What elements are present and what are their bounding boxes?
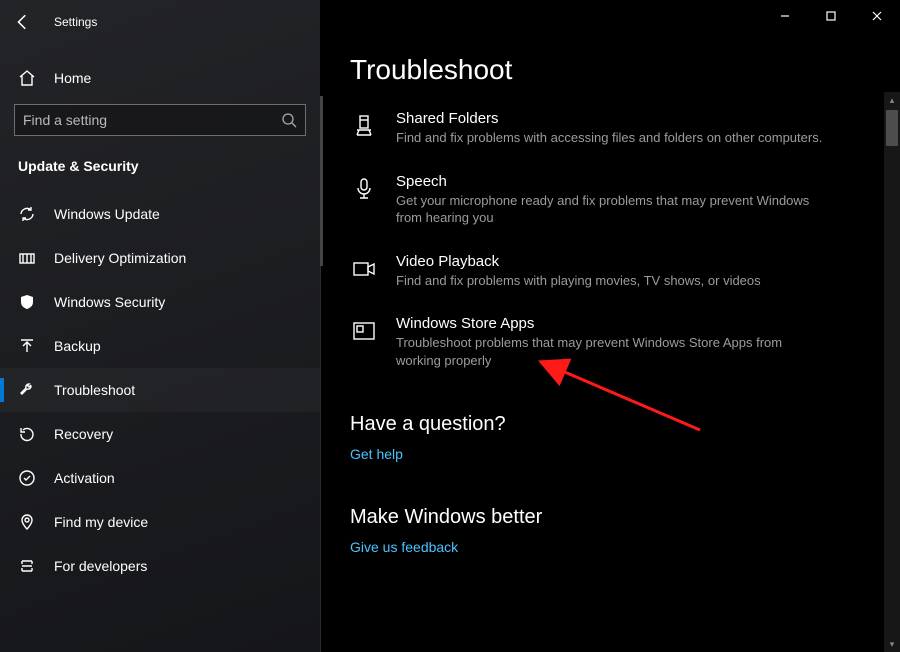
location-icon xyxy=(18,513,36,531)
sidebar-item-label: For developers xyxy=(54,558,147,574)
section-title: Update & Security xyxy=(0,136,320,184)
troubleshooter-windows-store-apps[interactable]: Windows Store Apps Troubleshoot problems… xyxy=(350,315,890,369)
page-title: Troubleshoot xyxy=(350,54,890,86)
scrollbar-thumb[interactable] xyxy=(886,110,898,146)
get-help-link[interactable]: Get help xyxy=(350,446,890,462)
search-icon xyxy=(281,112,297,128)
troubleshooter-desc: Troubleshoot problems that may prevent W… xyxy=(396,334,826,369)
sidebar-item-label: Delivery Optimization xyxy=(54,250,186,266)
divider-thumb xyxy=(320,96,323,266)
sidebar-item-label: Windows Security xyxy=(54,294,165,310)
troubleshooter-title: Video Playback xyxy=(396,253,761,270)
maximize-button[interactable] xyxy=(808,0,854,32)
sidebar-item-windows-security[interactable]: Windows Security xyxy=(0,280,320,324)
sidebar-item-label: Activation xyxy=(54,470,115,486)
troubleshooter-desc: Find and fix problems with playing movie… xyxy=(396,272,761,290)
microphone-icon xyxy=(350,175,378,203)
wrench-icon xyxy=(18,381,36,399)
developer-icon xyxy=(18,557,36,575)
shield-icon xyxy=(18,293,36,311)
recovery-icon xyxy=(18,425,36,443)
question-heading: Have a question? xyxy=(350,413,890,436)
troubleshooter-video-playback[interactable]: Video Playback Find and fix problems wit… xyxy=(350,253,890,290)
check-circle-icon xyxy=(18,469,36,487)
backup-icon xyxy=(18,337,36,355)
sidebar-item-activation[interactable]: Activation xyxy=(0,456,320,500)
sidebar-nav: Windows Update Delivery Optimization Win… xyxy=(0,192,320,588)
troubleshooter-title: Windows Store Apps xyxy=(396,315,826,332)
sidebar-item-delivery-optimization[interactable]: Delivery Optimization xyxy=(0,236,320,280)
troubleshooter-desc: Find and fix problems with accessing fil… xyxy=(396,129,822,147)
store-apps-icon xyxy=(350,317,378,345)
home-row[interactable]: Home xyxy=(0,58,320,98)
better-heading: Make Windows better xyxy=(350,506,890,529)
sidebar-item-find-my-device[interactable]: Find my device xyxy=(0,500,320,544)
back-button[interactable] xyxy=(14,13,32,31)
sidebar-item-recovery[interactable]: Recovery xyxy=(0,412,320,456)
scroll-down-icon[interactable]: ▾ xyxy=(884,636,900,652)
sidebar-item-troubleshoot[interactable]: Troubleshoot xyxy=(0,368,320,412)
sidebar-item-label: Backup xyxy=(54,338,101,354)
shared-folders-icon xyxy=(350,112,378,140)
search-field[interactable] xyxy=(14,104,306,136)
search-input[interactable] xyxy=(23,112,281,128)
sidebar-item-for-developers[interactable]: For developers xyxy=(0,544,320,588)
troubleshooter-shared-folders[interactable]: Shared Folders Find and fix problems wit… xyxy=(350,110,890,147)
sidebar-item-label: Troubleshoot xyxy=(54,382,135,398)
troubleshooter-speech[interactable]: Speech Get your microphone ready and fix… xyxy=(350,173,890,227)
window-title: Settings xyxy=(54,15,97,29)
minimize-button[interactable] xyxy=(762,0,808,32)
scrollbar[interactable]: ▴ ▾ xyxy=(884,92,900,652)
sidebar-item-label: Find my device xyxy=(54,514,148,530)
sidebar-item-label: Windows Update xyxy=(54,206,160,222)
close-button[interactable] xyxy=(854,0,900,32)
scroll-up-icon[interactable]: ▴ xyxy=(884,92,900,108)
sidebar-item-backup[interactable]: Backup xyxy=(0,324,320,368)
feedback-link[interactable]: Give us feedback xyxy=(350,539,890,555)
home-icon xyxy=(18,69,36,87)
delivery-icon xyxy=(18,249,36,267)
troubleshooter-desc: Get your microphone ready and fix proble… xyxy=(396,192,826,227)
video-icon xyxy=(350,255,378,283)
sidebar-item-windows-update[interactable]: Windows Update xyxy=(0,192,320,236)
troubleshooter-title: Shared Folders xyxy=(396,110,822,127)
sync-icon xyxy=(18,205,36,223)
home-label: Home xyxy=(54,70,91,86)
troubleshooter-title: Speech xyxy=(396,173,826,190)
sidebar-item-label: Recovery xyxy=(54,426,113,442)
